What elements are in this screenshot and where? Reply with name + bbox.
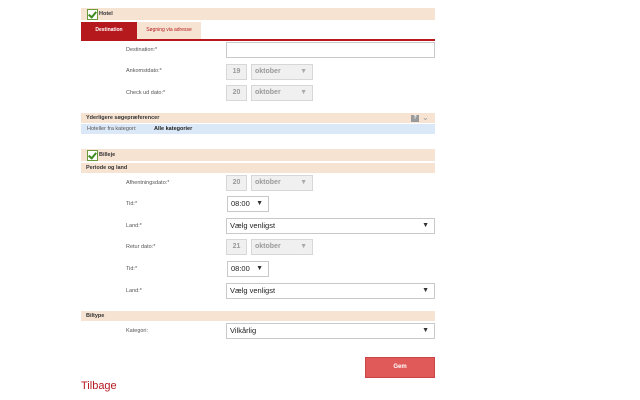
checkout-label: Check ud dato:* [126, 90, 166, 96]
hotel-checkbox[interactable] [87, 9, 98, 20]
chevron-down-icon: ▼ [256, 265, 263, 272]
return-month-value: oktober [255, 243, 281, 250]
return-time-value: 08:00 [231, 264, 250, 273]
return-country-label: Land:* [126, 288, 142, 294]
chevron-down-icon: ▼ [300, 243, 307, 250]
hotel-header [81, 8, 435, 20]
pickup-month-select[interactable]: oktober ▼ [251, 175, 313, 191]
chevron-down-icon: ▼ [300, 179, 307, 186]
back-link[interactable]: Tilbage [81, 380, 117, 392]
pickup-time-value: 08:00 [231, 199, 250, 208]
pickup-label: Afhentningsdato:* [126, 180, 170, 186]
pickup-country-label: Land:* [126, 223, 142, 229]
arrival-day-field[interactable]: 19 [226, 64, 247, 80]
hotel-title: Hotel [99, 11, 113, 17]
return-label: Retur dato:* [126, 244, 156, 250]
cartype-category-label: Kategori: [126, 328, 149, 334]
hotel-category-value[interactable]: Alle kategorier [154, 126, 192, 132]
return-country-select[interactable]: Vælg venligst ▼ [226, 283, 435, 299]
checkout-month-select[interactable]: oktober ▼ [251, 85, 313, 101]
pickup-country-select[interactable]: Vælg venligst ▼ [226, 218, 435, 234]
pickup-month-value: oktober [255, 179, 281, 186]
return-time-label: Tid:* [126, 266, 138, 272]
return-time-select[interactable]: 08:00 ▼ [227, 261, 269, 277]
checkout-day-field[interactable]: 20 [226, 85, 247, 101]
cartype-category-select[interactable]: Vilkårlig ▼ [226, 323, 435, 339]
cartype-header [81, 311, 435, 321]
arrival-month-select[interactable]: oktober ▼ [251, 64, 313, 80]
chevron-down-icon: ▼ [422, 287, 429, 294]
tab-address-search[interactable]: Søgning via adresse [137, 22, 201, 39]
period-header [81, 163, 435, 173]
destination-input[interactable] [226, 42, 435, 58]
chevron-down-icon: ▼ [300, 68, 307, 75]
checkout-month-value: oktober [255, 89, 281, 96]
cartype-title: Biltype [86, 313, 105, 319]
tab-destination[interactable]: Destination [81, 22, 137, 39]
destination-label: Destination:* [126, 47, 158, 53]
pickup-day-field[interactable]: 20 [226, 175, 247, 191]
arrival-label: Ankomstdato:* [126, 68, 162, 74]
chevron-down-icon: ▼ [256, 200, 263, 207]
chevron-down-icon[interactable]: ⌄ [422, 113, 429, 122]
cartype-category-value: Vilkårlig [230, 326, 257, 335]
pickup-time-select[interactable]: 08:00 ▼ [227, 196, 269, 212]
period-title: Periode og land [86, 165, 128, 171]
return-country-value: Vælg venligst [230, 286, 276, 295]
arrival-month-value: oktober [255, 68, 281, 75]
return-day-field[interactable]: 21 [226, 239, 247, 255]
pickup-time-label: Tid:* [126, 201, 138, 207]
hotel-category-label: Hoteller fra kategori: [87, 126, 137, 132]
car-title: Billeje [99, 152, 116, 158]
chevron-down-icon: ▼ [422, 222, 429, 229]
preferences-title: Yderligere søgepræferencer [86, 115, 160, 121]
search-button[interactable]: Gem [365, 357, 435, 378]
car-checkbox[interactable] [87, 150, 98, 161]
car-header [81, 149, 435, 161]
chevron-down-icon: ▼ [422, 327, 429, 334]
chevron-down-icon: ▼ [300, 89, 307, 96]
help-icon[interactable]: ? [411, 115, 419, 122]
pickup-country-value: Vælg venligst [230, 221, 276, 230]
return-month-select[interactable]: oktober ▼ [251, 239, 313, 255]
